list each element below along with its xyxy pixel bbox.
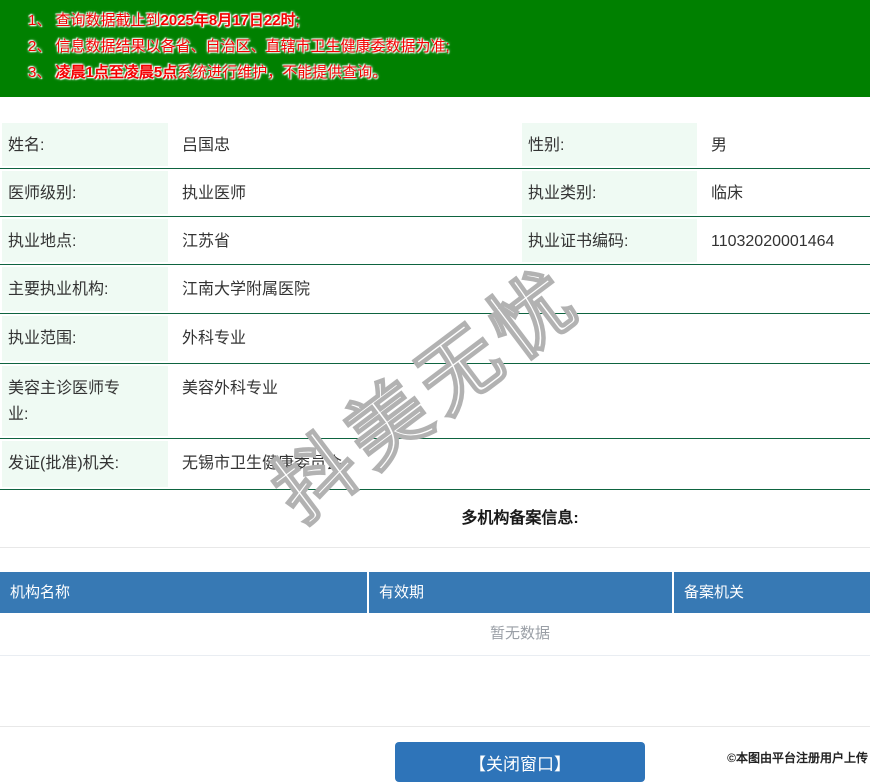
cosmetic-label-cell: 美容主诊医师专业: bbox=[2, 366, 168, 436]
level-label-cell: 医师级别: bbox=[2, 171, 168, 214]
cosmetic-label: 美容主诊医师专业: bbox=[8, 380, 121, 423]
notice-line-3: 3、 凌晨1点至凌晨5点系统进行维护，不能提供查询。 bbox=[28, 60, 870, 86]
cert-label-cell: 执业证书编码: bbox=[522, 219, 697, 262]
copyright-watermark: ©本图由平台注册用户上传 bbox=[727, 751, 868, 765]
column-header-authority: 备案机关 bbox=[672, 572, 870, 613]
cert-value: 11032020001464 bbox=[711, 233, 835, 250]
column-header-organization: 机构名称 bbox=[10, 584, 71, 601]
info-row-cosmetic-specialty: 美容主诊医师专业: 美容外科专业 bbox=[0, 364, 870, 439]
notice-1-text: 查询数据截止到 bbox=[55, 12, 161, 29]
info-row-organization: 主要执业机构: 江南大学附属医院 bbox=[0, 265, 870, 314]
notice-3-bold: 凌晨1点至凌晨5点 bbox=[55, 64, 178, 81]
gender-value: 男 bbox=[711, 137, 728, 154]
info-row-issuer: 发证(批准)机关: 无锡市卫生健康委员会 bbox=[0, 439, 870, 490]
notice-3-number: 3、 bbox=[28, 64, 56, 81]
issuer-value: 无锡市卫生健康委员会 bbox=[182, 455, 343, 472]
name-value: 吕国忠 bbox=[182, 137, 231, 154]
close-window-button[interactable]: 【关闭窗口】 bbox=[395, 742, 645, 782]
notice-1-suffix: ; bbox=[295, 12, 300, 29]
info-row-level-category: 医师级别: 执业医师 执业类别: 临床 bbox=[0, 169, 870, 217]
issuer-label-cell: 发证(批准)机关: bbox=[2, 441, 168, 487]
category-value: 临床 bbox=[711, 185, 744, 202]
org-value: 江南大学附属医院 bbox=[182, 281, 311, 298]
category-label-cell: 执业类别: bbox=[522, 171, 697, 214]
cert-label: 执业证书编码: bbox=[528, 233, 629, 250]
scope-label: 执业范围: bbox=[8, 330, 77, 347]
place-value: 江苏省 bbox=[182, 233, 231, 250]
column-header-validity: 有效期 bbox=[367, 572, 672, 613]
footer-divider bbox=[0, 726, 870, 727]
org-label-cell: 主要执业机构: bbox=[2, 267, 168, 311]
records-empty-state: 暂无数据 bbox=[0, 613, 870, 656]
notice-banner: 1、 查询数据截止到2025年8月17日22时; 2、 信息数据结果以各省、自治… bbox=[0, 0, 870, 97]
notice-2-number: 2、 bbox=[28, 38, 56, 55]
category-label: 执业类别: bbox=[528, 185, 597, 202]
scope-label-cell: 执业范围: bbox=[2, 316, 168, 361]
gender-label-cell: 性别: bbox=[522, 123, 697, 166]
level-label: 医师级别: bbox=[8, 185, 77, 202]
name-label: 姓名: bbox=[8, 137, 45, 154]
level-value: 执业医师 bbox=[182, 185, 247, 202]
notice-line-1: 1、 查询数据截止到2025年8月17日22时; bbox=[28, 8, 870, 34]
notice-3-suffix: 系统进行维护，不能提供查询。 bbox=[177, 64, 388, 81]
section-divider bbox=[0, 547, 870, 548]
notice-2-text: 信息数据结果以各省、自治区、直辖市卫生健康委数据为准; bbox=[55, 38, 450, 55]
info-row-scope: 执业范围: 外科专业 bbox=[0, 314, 870, 364]
doctor-info-table: 姓名: 吕国忠 性别: 男 医师级别: 执业医师 执业类别: 临床 执业地点: … bbox=[0, 121, 870, 490]
page-container: 1、 查询数据截止到2025年8月17日22时; 2、 信息数据结果以各省、自治… bbox=[0, 0, 870, 782]
issuer-label: 发证(批准)机关: bbox=[8, 455, 120, 472]
place-label-cell: 执业地点: bbox=[2, 219, 168, 262]
info-row-place-cert: 执业地点: 江苏省 执业证书编码: 11032020001464 bbox=[0, 217, 870, 265]
gender-label: 性别: bbox=[528, 137, 565, 154]
notice-1-bold: 2025年8月17日22时 bbox=[160, 12, 296, 29]
cosmetic-value: 美容外科专业 bbox=[182, 380, 279, 397]
notice-line-2: 2、 信息数据结果以各省、自治区、直辖市卫生健康委数据为准; bbox=[28, 34, 870, 60]
records-section-title: 多机构备案信息: bbox=[461, 510, 579, 527]
notice-1-number: 1、 bbox=[28, 12, 56, 29]
scope-value: 外科专业 bbox=[182, 330, 247, 347]
info-row-name-gender: 姓名: 吕国忠 性别: 男 bbox=[0, 121, 870, 169]
org-label: 主要执业机构: bbox=[8, 281, 109, 298]
records-table-header: 机构名称 有效期 备案机关 bbox=[0, 572, 870, 613]
name-label-cell: 姓名: bbox=[2, 123, 168, 166]
place-label: 执业地点: bbox=[8, 233, 77, 250]
